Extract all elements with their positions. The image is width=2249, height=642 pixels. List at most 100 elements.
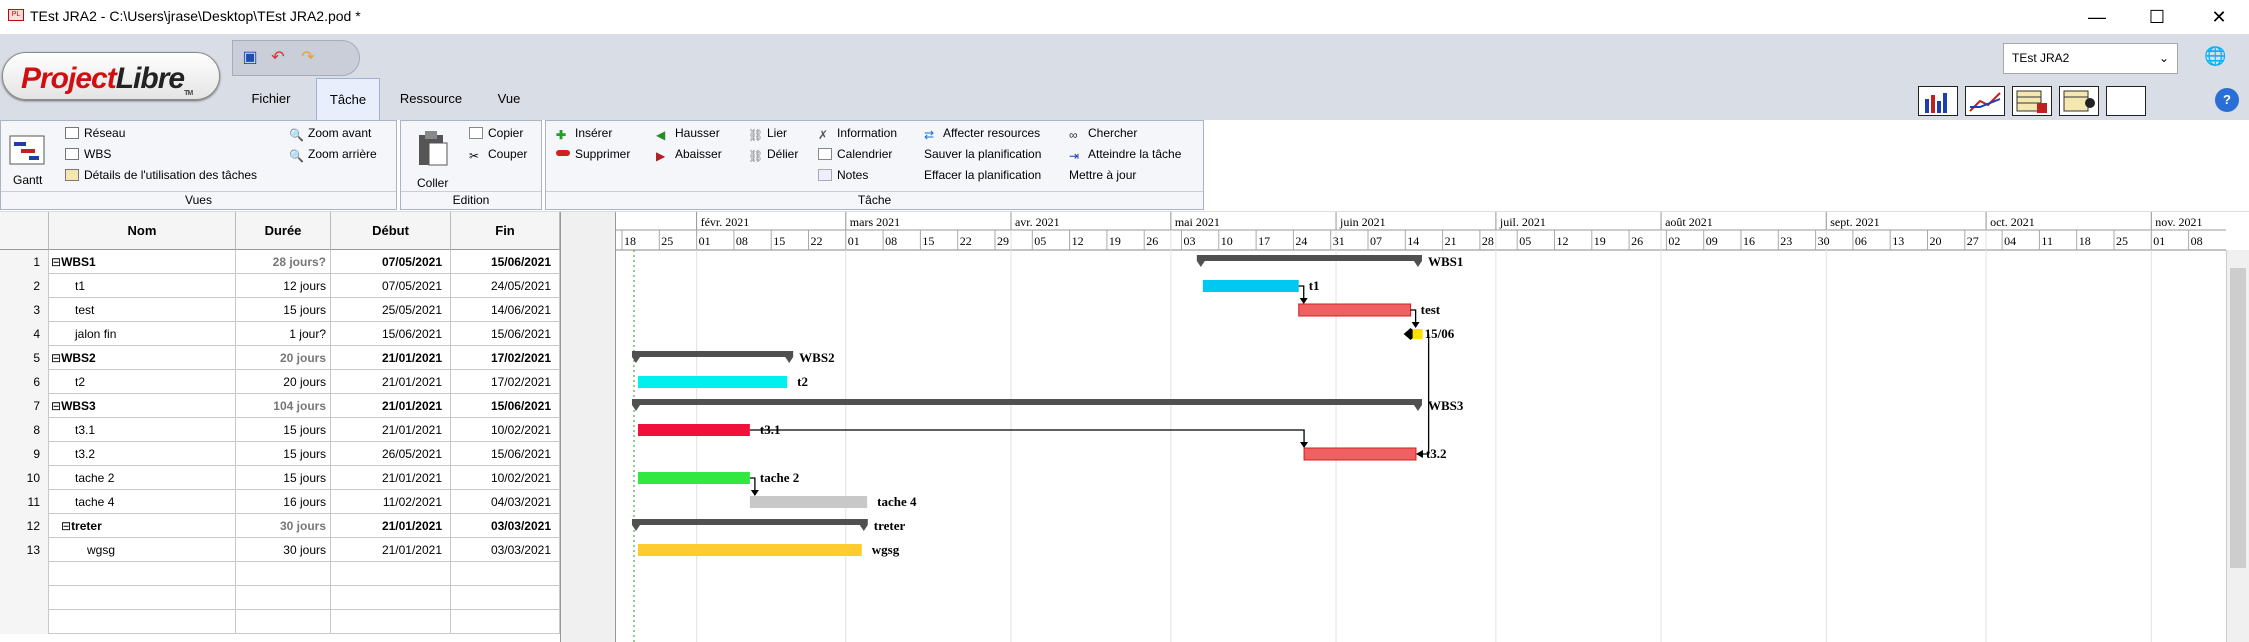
task-usage-view-icon[interactable] (2012, 86, 2052, 116)
gantt-button[interactable]: Gantt (13, 173, 42, 187)
start-cell[interactable]: 21/01/2021 (331, 538, 451, 562)
duration-cell[interactable]: 30 jours (236, 538, 331, 562)
end-cell[interactable]: 14/06/2021 (451, 298, 560, 322)
column-header-debut[interactable]: Début (331, 212, 451, 250)
duration-cell[interactable]: 15 jours (236, 466, 331, 490)
task-name-cell[interactable]: jalon fin (49, 322, 236, 346)
histogram-view-icon[interactable] (1918, 86, 1958, 116)
start-cell[interactable]: 21/01/2021 (331, 346, 451, 370)
duration-cell[interactable]: 1 jour? (236, 322, 331, 346)
end-cell[interactable] (451, 562, 560, 586)
task-name-cell[interactable]: wgsg (49, 538, 236, 562)
start-cell[interactable]: 21/01/2021 (331, 394, 451, 418)
duration-cell[interactable]: 15 jours (236, 442, 331, 466)
start-cell[interactable]: 21/01/2021 (331, 370, 451, 394)
table-row[interactable]: 3 test 15 jours 25/05/2021 14/06/2021 (0, 298, 560, 322)
table-row[interactable]: 8 t3.1 15 jours 21/01/2021 10/02/2021 (0, 418, 560, 442)
assign-resources-button[interactable]: ⇄ Affecter resources (924, 126, 1040, 142)
reseau-button[interactable]: Réseau (65, 126, 125, 140)
link-button[interactable]: ⛓ Lier (748, 126, 787, 142)
end-cell[interactable]: 15/06/2021 (451, 394, 560, 418)
pane-splitter[interactable] (560, 212, 616, 642)
redo-icon[interactable]: ↷ (299, 49, 317, 67)
start-cell[interactable]: 21/01/2021 (331, 466, 451, 490)
gantt-icon[interactable] (9, 135, 45, 168)
details-button[interactable]: Détails de l'utilisation des tâches (65, 168, 257, 182)
charts-view-icon[interactable] (1965, 86, 2005, 116)
table-row[interactable]: 10 tache 2 15 jours 21/01/2021 10/02/2021 (0, 466, 560, 490)
duration-cell[interactable]: 30 jours (236, 514, 331, 538)
column-header-duree[interactable]: Durée (236, 212, 331, 250)
table-row[interactable]: 12 ⊟treter 30 jours 21/01/2021 03/03/2021 (0, 514, 560, 538)
update-button[interactable]: Mettre à jour (1069, 168, 1136, 182)
cut-button[interactable]: ✂ Couper (469, 147, 527, 163)
globe-icon[interactable]: 🌐 (2204, 46, 2226, 67)
tab-vue[interactable]: Vue (482, 78, 536, 120)
table-row[interactable]: 13 wgsg 30 jours 21/01/2021 03/03/2021 (0, 538, 560, 562)
start-cell[interactable] (331, 586, 451, 610)
start-cell[interactable]: 26/05/2021 (331, 442, 451, 466)
table-row[interactable]: 1 ⊟WBS1 28 jours? 07/05/2021 15/06/2021 (0, 250, 560, 274)
end-cell[interactable]: 15/06/2021 (451, 322, 560, 346)
task-name-cell[interactable] (49, 562, 236, 586)
task-name-cell[interactable]: t3.1 (49, 418, 236, 442)
zoom-out-button[interactable]: 🔍 Zoom arrière (289, 147, 377, 163)
table-row[interactable]: 2 t1 12 jours 07/05/2021 24/05/2021 (0, 274, 560, 298)
start-cell[interactable]: 21/01/2021 (331, 418, 451, 442)
indent-button[interactable]: ▶ Abaisser (656, 147, 722, 163)
end-cell[interactable]: 24/05/2021 (451, 274, 560, 298)
wbs-button[interactable]: WBS (65, 147, 111, 161)
collapse-icon[interactable]: ⊟ (51, 399, 61, 413)
find-button[interactable]: ∞ Chercher (1069, 126, 1137, 142)
end-cell[interactable]: 15/06/2021 (451, 250, 560, 274)
task-name-cell[interactable]: ⊟WBS1 (49, 250, 236, 274)
task-name-cell[interactable]: ⊟treter (49, 514, 236, 538)
duration-cell[interactable]: 20 jours (236, 346, 331, 370)
outdent-button[interactable]: ◀ Hausser (656, 126, 720, 142)
resource-usage-view-icon[interactable] (2059, 86, 2099, 116)
insert-button[interactable]: ✚ Insérer (556, 126, 612, 142)
save-icon[interactable]: ▣ (241, 49, 259, 67)
collapse-icon[interactable]: ⊟ (51, 255, 61, 269)
task-name-cell[interactable]: t3.2 (49, 442, 236, 466)
table-row[interactable] (0, 562, 560, 586)
close-button[interactable]: ✕ (2189, 0, 2249, 34)
table-row[interactable]: 6 t2 20 jours 21/01/2021 17/02/2021 (0, 370, 560, 394)
task-name-cell[interactable]: test (49, 298, 236, 322)
delete-button[interactable]: Supprimer (556, 147, 630, 161)
undo-icon[interactable]: ↶ (269, 49, 287, 67)
collapse-icon[interactable]: ⊟ (61, 519, 71, 533)
start-cell[interactable]: 21/01/2021 (331, 514, 451, 538)
scroll-thumb[interactable] (2230, 268, 2246, 568)
start-cell[interactable] (331, 562, 451, 586)
task-name-cell[interactable]: tache 4 (49, 490, 236, 514)
collapse-icon[interactable]: ⊟ (51, 351, 61, 365)
start-cell[interactable]: 07/05/2021 (331, 250, 451, 274)
duration-cell[interactable]: 12 jours (236, 274, 331, 298)
tab-fichier[interactable]: Fichier (236, 78, 306, 120)
duration-cell[interactable] (236, 610, 331, 634)
start-cell[interactable] (331, 610, 451, 634)
end-cell[interactable]: 03/03/2021 (451, 514, 560, 538)
task-name-cell[interactable]: ⊟WBS2 (49, 346, 236, 370)
information-button[interactable]: ✗ Information (818, 126, 897, 142)
duration-cell[interactable]: 104 jours (236, 394, 331, 418)
blank-view-icon[interactable] (2106, 86, 2146, 116)
end-cell[interactable]: 03/03/2021 (451, 538, 560, 562)
copy-button[interactable]: Copier (469, 126, 523, 140)
minimize-button[interactable]: — (2067, 0, 2127, 34)
end-cell[interactable]: 17/02/2021 (451, 370, 560, 394)
paste-icon[interactable] (415, 129, 449, 170)
duration-cell[interactable]: 20 jours (236, 370, 331, 394)
end-cell[interactable]: 10/02/2021 (451, 418, 560, 442)
save-baseline-button[interactable]: Sauver la planification (924, 147, 1041, 161)
table-row[interactable]: 7 ⊟WBS3 104 jours 21/01/2021 15/06/2021 (0, 394, 560, 418)
table-row[interactable]: 4 jalon fin 1 jour? 15/06/2021 15/06/2021 (0, 322, 560, 346)
maximize-button[interactable]: ☐ (2127, 0, 2187, 34)
task-name-cell[interactable]: ⊟WBS3 (49, 394, 236, 418)
project-select[interactable]: TEst JRA2 ⌄ (2003, 43, 2178, 74)
end-cell[interactable]: 04/03/2021 (451, 490, 560, 514)
tab-tache[interactable]: Tâche (316, 78, 380, 120)
zoom-in-button[interactable]: 🔍 Zoom avant (289, 126, 371, 142)
unlink-button[interactable]: ⛓ Délier (748, 147, 798, 163)
